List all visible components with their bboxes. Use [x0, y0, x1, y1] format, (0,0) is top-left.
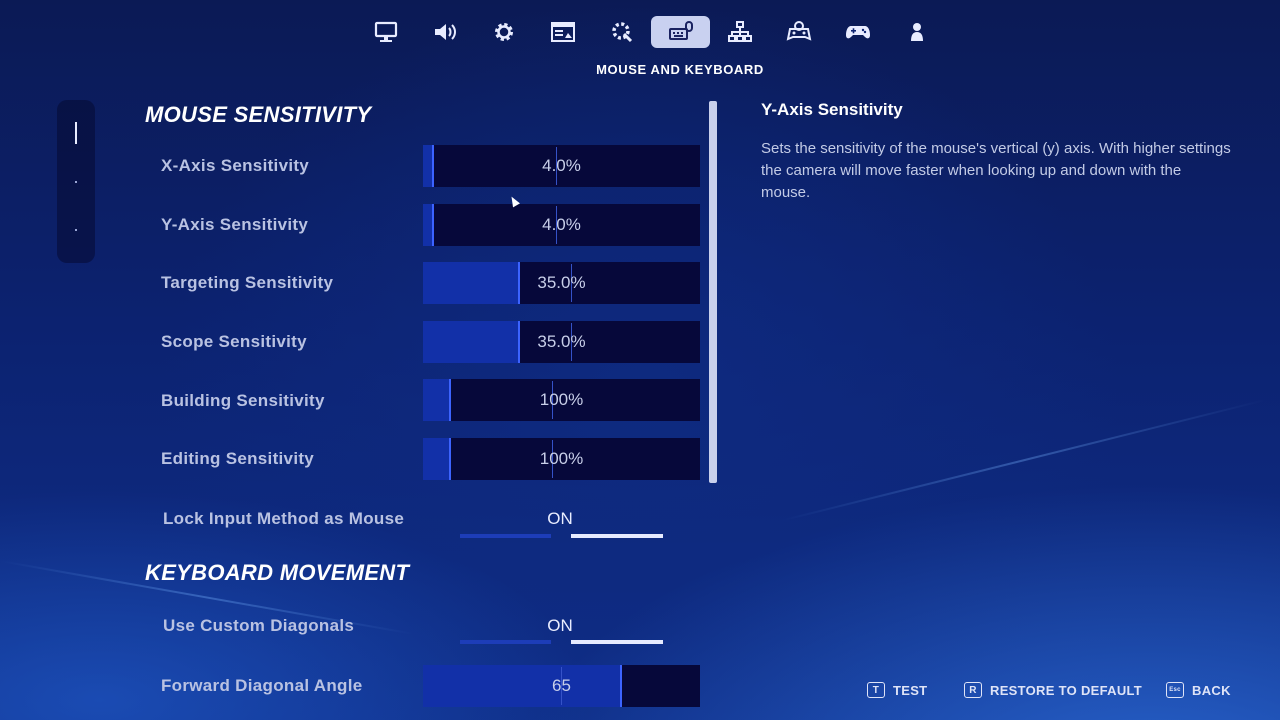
mouse-sensitivity-heading: MOUSE SENSITIVITY	[145, 102, 372, 127]
key-r-icon: R	[964, 682, 982, 698]
display-window-icon	[550, 22, 575, 42]
tab-ui[interactable]	[533, 16, 592, 48]
settings-scrollbar[interactable]	[709, 101, 717, 483]
targeting-sensitivity-slider[interactable]: 35.0%	[423, 262, 700, 304]
targeting-sensitivity-label: Targeting Sensitivity	[161, 273, 334, 292]
scope-sensitivity-label: Scope Sensitivity	[161, 332, 307, 351]
y-axis-sensitivity-label: Y-Axis Sensitivity	[161, 215, 309, 234]
restore-default-button[interactable]: R RESTORE TO DEFAULT	[964, 682, 1142, 698]
x-axis-sensitivity-label: X-Axis Sensitivity	[161, 156, 310, 175]
forward-diagonal-angle-slider[interactable]: 65	[423, 665, 700, 707]
monitor-icon	[374, 21, 397, 42]
building-sensitivity-slider[interactable]: 100%	[423, 379, 700, 421]
section-title: MOUSE AND KEYBOARD	[596, 62, 764, 77]
slider-value: 4.0%	[542, 156, 581, 175]
tab-game[interactable]	[474, 16, 533, 48]
key-t-icon: T	[867, 682, 885, 698]
gamepad-icon	[845, 26, 870, 39]
building-sensitivity-label: Building Sensitivity	[161, 391, 325, 410]
settings-tab-bar	[356, 16, 946, 50]
editing-sensitivity-label: Editing Sensitivity	[161, 449, 315, 468]
restore-default-label: RESTORE TO DEFAULT	[990, 682, 1143, 698]
description-title: Y-Axis Sensitivity	[761, 100, 903, 119]
lock-input-method-label: Lock Input Method as Mouse	[163, 509, 405, 528]
description-text: Sets the sensitivity of the mouse's vert…	[761, 140, 1231, 201]
keyboard-mouse-icon	[668, 21, 693, 40]
tab-audio[interactable]	[415, 16, 474, 48]
account-icon	[910, 23, 923, 41]
lock-input-method-toggle[interactable]: ON	[520, 509, 600, 529]
slider-value: 100%	[539, 449, 584, 468]
editing-sensitivity-slider[interactable]: 100%	[423, 438, 700, 480]
slider-value: 35.0%	[537, 273, 586, 292]
back-label: BACK	[1192, 682, 1231, 698]
scope-sensitivity-slider[interactable]: 35.0%	[423, 321, 700, 363]
slider-value: 65	[552, 676, 571, 695]
slider-value: 100%	[539, 390, 584, 409]
tab-controller[interactable]	[769, 16, 828, 48]
slider-value: 4.0%	[542, 215, 581, 234]
toggle-on-indicator	[571, 640, 663, 644]
y-axis-sensitivity-slider[interactable]: 4.0%	[423, 204, 700, 246]
forward-diagonal-angle-label: Forward Diagonal Angle	[161, 676, 363, 695]
background-streak	[779, 399, 1266, 522]
tab-mouse-keyboard[interactable]	[651, 16, 710, 48]
accessibility-gear-icon	[611, 22, 632, 43]
toggle-off-indicator	[460, 534, 551, 538]
tab-accessibility[interactable]	[592, 16, 651, 48]
toggle-off-indicator	[460, 640, 551, 644]
page-scroll-indicator[interactable]	[57, 100, 95, 263]
controller-gear-icon	[786, 21, 811, 41]
keyboard-movement-heading: KEYBOARD MOVEMENT	[145, 560, 410, 585]
network-icon	[727, 21, 752, 42]
key-esc-icon: Esc	[1166, 682, 1184, 698]
custom-diagonals-toggle[interactable]: ON	[520, 616, 600, 636]
slider-value: 35.0%	[537, 332, 586, 351]
x-axis-sensitivity-slider[interactable]: 4.0%	[423, 145, 700, 187]
scroll-indicator-dot	[75, 181, 77, 183]
test-button[interactable]: T TEST	[867, 682, 927, 698]
gear-icon	[494, 23, 513, 41]
speaker-icon	[434, 24, 456, 40]
tab-account[interactable]	[887, 16, 946, 48]
tab-gamepad[interactable]	[828, 16, 887, 48]
custom-diagonals-label: Use Custom Diagonals	[163, 616, 355, 635]
tab-video[interactable]	[356, 16, 415, 48]
back-button[interactable]: Esc BACK	[1166, 682, 1231, 698]
toggle-on-indicator	[571, 534, 663, 538]
scroll-indicator-active	[75, 122, 77, 144]
tab-controller-binds[interactable]	[710, 16, 769, 48]
scroll-indicator-dot	[75, 229, 77, 231]
test-label: TEST	[893, 682, 928, 698]
